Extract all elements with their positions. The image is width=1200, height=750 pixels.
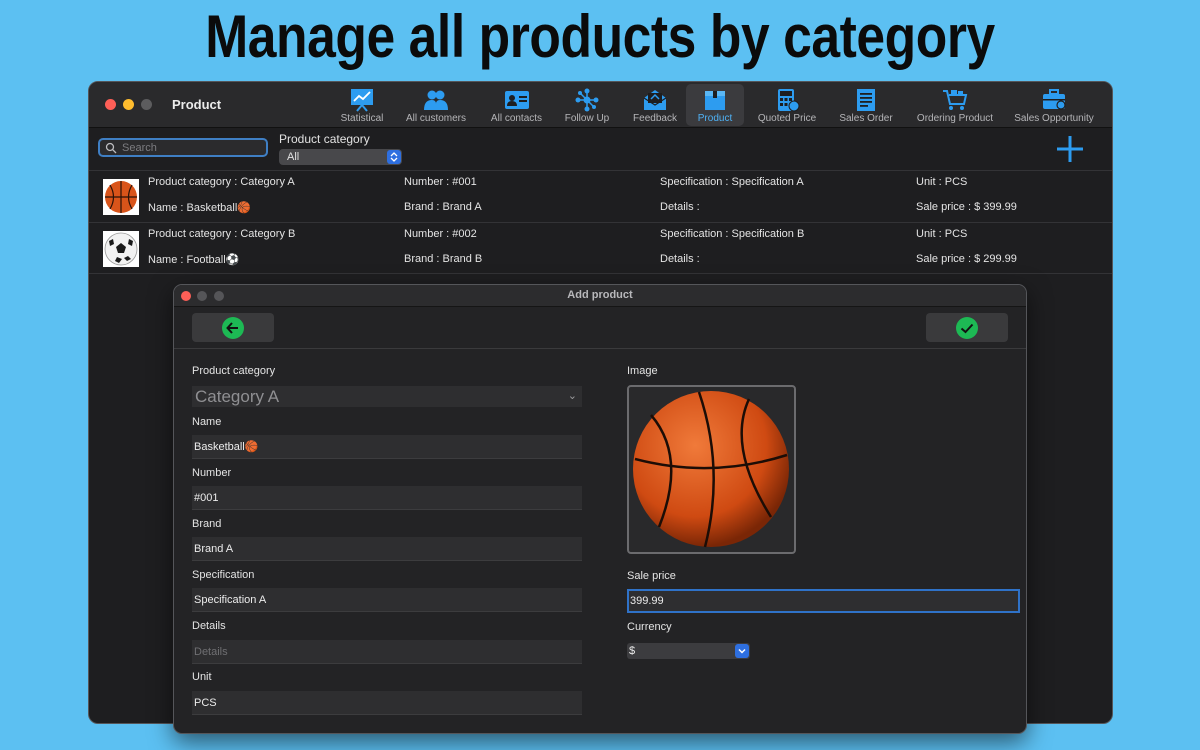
search-input[interactable] bbox=[122, 141, 262, 155]
tab-product[interactable]: Product bbox=[686, 84, 744, 126]
number-label: Number bbox=[192, 467, 232, 479]
document-list-icon bbox=[857, 89, 875, 111]
tab-label: Sales Opportunity bbox=[1014, 113, 1094, 124]
headline: Manage all products by category bbox=[205, 3, 995, 70]
product-unit: Unit : PCS bbox=[916, 176, 968, 188]
product-brand: Brand : Brand B bbox=[404, 253, 483, 265]
product-details: Details : bbox=[660, 201, 700, 213]
chevron-down-icon bbox=[735, 644, 749, 658]
dialog-toolbar bbox=[174, 307, 1026, 349]
network-icon bbox=[575, 88, 599, 112]
dialog-title: Add product bbox=[567, 289, 633, 301]
tab-label: Feedback bbox=[633, 113, 677, 124]
search-box[interactable] bbox=[98, 138, 268, 157]
search-icon bbox=[105, 142, 117, 154]
specification-label: Specification bbox=[192, 569, 255, 581]
product-image-well[interactable] bbox=[627, 385, 796, 554]
product-category: Product category : Category B bbox=[148, 228, 296, 240]
close-window-button[interactable] bbox=[105, 99, 116, 110]
tab-label: Quoted Price bbox=[757, 113, 817, 124]
product-details: Details : bbox=[660, 253, 700, 265]
details-field[interactable] bbox=[192, 640, 582, 664]
currency-label: Currency bbox=[627, 621, 672, 633]
product-price: Sale price : $ 299.99 bbox=[916, 253, 1017, 265]
confirm-button[interactable] bbox=[926, 313, 1008, 342]
brand-field[interactable] bbox=[192, 537, 582, 561]
contact-card-icon bbox=[504, 91, 529, 109]
number-field[interactable] bbox=[192, 486, 582, 510]
currency-value: $ bbox=[629, 645, 636, 657]
envelope-icon bbox=[643, 90, 667, 110]
category-filter-value: All bbox=[287, 151, 300, 163]
product-specification: Specification : Specification A bbox=[660, 176, 804, 188]
sale-price-label: Sale price bbox=[627, 570, 676, 582]
zoom-window-button[interactable] bbox=[141, 99, 152, 110]
unit-field[interactable] bbox=[192, 691, 582, 715]
tab-label: Ordering Product bbox=[916, 113, 994, 124]
product-row[interactable]: Product category : Category A Name : Bas… bbox=[89, 170, 1112, 222]
cart-icon bbox=[943, 90, 968, 110]
tab-all-customers[interactable]: All customers bbox=[401, 84, 471, 126]
basketball-image bbox=[633, 391, 789, 548]
name-label: Name bbox=[192, 416, 222, 428]
football-thumbnail bbox=[103, 231, 139, 267]
tab-sales-opportunity[interactable]: Sales Opportunity bbox=[1011, 84, 1097, 126]
category-filter-label: Product category bbox=[279, 132, 370, 146]
product-name: Name : Football⚽ bbox=[148, 254, 240, 266]
category-label: Product category bbox=[192, 365, 276, 377]
customers-icon bbox=[424, 90, 448, 110]
tab-label: All contacts bbox=[490, 113, 543, 124]
select-stepper-icon bbox=[387, 150, 401, 164]
add-product-dialog: Add product Product category Category A … bbox=[173, 284, 1027, 734]
tab-label: All customers bbox=[405, 113, 466, 124]
category-select[interactable]: Category A ⌄ bbox=[192, 386, 582, 407]
tab-label: Statistical bbox=[340, 113, 384, 124]
dialog-titlebar: Add product bbox=[174, 285, 1026, 307]
product-number: Number : #002 bbox=[404, 228, 477, 240]
tab-follow-up[interactable]: Follow Up bbox=[559, 84, 615, 126]
briefcase-icon bbox=[1043, 89, 1066, 110]
add-product-button[interactable] bbox=[1055, 134, 1085, 164]
tab-feedback[interactable]: Feedback bbox=[627, 84, 683, 126]
details-label: Details bbox=[192, 620, 226, 632]
checkmark-icon bbox=[956, 317, 978, 339]
tab-all-contacts[interactable]: All contacts bbox=[483, 84, 550, 126]
tab-label: Product bbox=[697, 113, 733, 124]
product-specification: Specification : Specification B bbox=[660, 228, 805, 240]
product-row[interactable]: Product category : Category B Name : Foo… bbox=[89, 222, 1112, 274]
tab-label: Sales Order bbox=[839, 113, 893, 124]
chevron-down-icon: ⌄ bbox=[567, 390, 577, 402]
specification-field[interactable] bbox=[192, 588, 582, 612]
minimize-window-button[interactable] bbox=[123, 99, 134, 110]
sale-price-field[interactable] bbox=[627, 589, 1020, 613]
product-brand: Brand : Brand A bbox=[404, 201, 482, 213]
back-button[interactable] bbox=[192, 313, 274, 342]
product-category: Product category : Category A bbox=[148, 176, 295, 188]
tab-ordering-product[interactable]: Ordering Product bbox=[912, 84, 998, 126]
brand-label: Brand bbox=[192, 518, 222, 530]
window-title: Product bbox=[172, 97, 222, 112]
tab-quoted-price[interactable]: Quoted Price bbox=[754, 84, 820, 126]
box-icon bbox=[705, 91, 725, 110]
currency-select[interactable]: $ bbox=[627, 643, 750, 659]
calculator-icon bbox=[778, 89, 800, 112]
basketball-thumbnail bbox=[103, 179, 139, 215]
name-field[interactable] bbox=[192, 435, 582, 459]
tab-label: Follow Up bbox=[564, 113, 610, 124]
product-unit: Unit : PCS bbox=[916, 228, 968, 240]
image-label: Image bbox=[627, 365, 658, 377]
chart-board-icon bbox=[351, 89, 373, 112]
arrow-left-icon bbox=[222, 317, 244, 339]
category-filter-select[interactable]: All bbox=[279, 149, 402, 165]
tab-statistical[interactable]: Statistical bbox=[328, 84, 396, 126]
category-select-value: Category A bbox=[195, 387, 280, 406]
unit-label: Unit bbox=[192, 671, 212, 683]
product-number: Number : #001 bbox=[404, 176, 477, 188]
tab-sales-order[interactable]: Sales Order bbox=[834, 84, 898, 126]
window-titlebar: Product Statistical All customers All co… bbox=[89, 82, 1112, 128]
product-price: Sale price : $ 399.99 bbox=[916, 201, 1017, 213]
product-name: Name : Basketball🏀 bbox=[148, 202, 251, 214]
